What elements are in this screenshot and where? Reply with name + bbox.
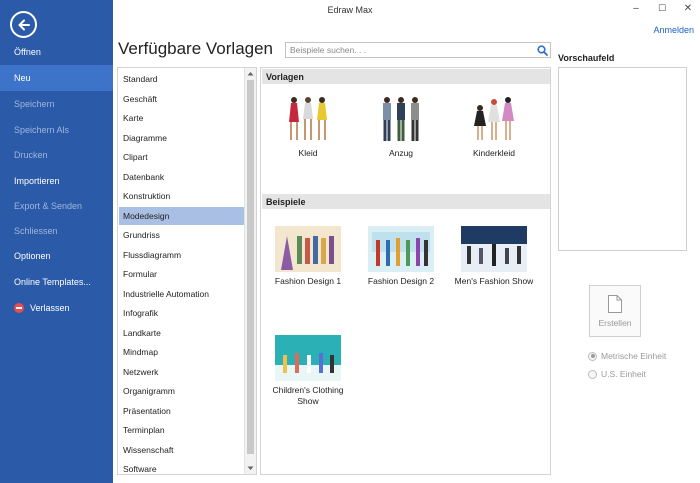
search-icon[interactable] [534, 43, 550, 57]
template-tile-dress[interactable]: Kleid [268, 94, 348, 159]
template-label: Kleid [298, 148, 318, 158]
category-item[interactable]: Datenbank [119, 168, 244, 186]
fashion-design-2-thumbnail [368, 226, 434, 272]
radio-checked-icon [588, 351, 597, 361]
radio-unchecked-icon [588, 369, 597, 379]
sidebar-item-open[interactable]: Öffnen [0, 39, 113, 65]
unit-option-us[interactable]: U.S. Einheit [588, 369, 646, 379]
kids-dress-figures-thumbnail [474, 97, 514, 140]
sidebar-item-quit[interactable]: Verlassen [0, 295, 113, 321]
unit-option-label: Metrische Einheit [601, 351, 667, 361]
quit-icon [14, 303, 24, 313]
template-label: Anzug [388, 148, 414, 158]
template-gallery: Vorlagen Kleid Anzug Kinderkleid Beispie… [260, 67, 551, 475]
sidebar-item-label: Verlassen [30, 303, 70, 313]
mens-fashion-show-thumbnail [461, 226, 527, 272]
example-label: Children's Clothing Show [272, 385, 344, 406]
category-item[interactable]: Clipart [119, 148, 244, 166]
category-item[interactable]: Wissenschaft [119, 441, 244, 459]
category-item[interactable]: Standard [119, 70, 244, 88]
app-window: Öffnen Neu Speichern Speichern Als Druck… [0, 0, 700, 483]
unit-option-label: U.S. Einheit [601, 369, 646, 379]
app-title: Edraw Max [327, 5, 373, 15]
example-tile-mens-fashion-show[interactable]: Men's Fashion Show [454, 226, 534, 287]
new-document-icon [608, 295, 622, 313]
preview-label: Vorschaufeld [558, 53, 615, 63]
template-label: Kinderkleid [472, 148, 516, 158]
template-tile-kids-dress[interactable]: Kinderkleid [454, 94, 534, 159]
sidebar-item-label: Schliessen [14, 226, 58, 236]
category-item[interactable]: Organigramm [119, 382, 244, 400]
category-item[interactable]: Geschäft [119, 90, 244, 108]
sidebar-item-label: Export & Senden [14, 201, 83, 211]
arrow-left-icon [18, 19, 30, 30]
search-box [285, 42, 551, 58]
sidebar-item-label: Neu [14, 73, 31, 83]
sidebar-item-import[interactable]: Importieren [0, 168, 113, 194]
category-item[interactable]: Diagramme [119, 129, 244, 147]
sidebar-item-options[interactable]: Optionen [0, 243, 113, 269]
create-label: Erstellen [598, 318, 632, 328]
preview-box [558, 67, 687, 251]
category-item-selected[interactable]: Modedesign [119, 206, 244, 225]
unit-option-metric[interactable]: Metrische Einheit [588, 351, 666, 361]
category-list: Standard Geschäft Karte Diagramme Clipar… [117, 67, 257, 475]
sidebar-item-print[interactable]: Drucken [0, 142, 113, 168]
minimize-button[interactable]: – [629, 2, 643, 14]
sidebar-item-label: Online Templates... [14, 277, 91, 287]
scroll-up-arrow-icon[interactable] [245, 68, 256, 79]
category-item[interactable]: Landkarte [119, 324, 244, 342]
category-item[interactable]: Formular [119, 265, 244, 283]
example-tile-fashion-design-1[interactable]: Fashion Design 1 [268, 226, 348, 287]
sidebar-item-export-send[interactable]: Export & Senden [0, 193, 113, 219]
close-button[interactable]: ✕ [681, 2, 695, 14]
sidebar-item-label: Speichern Als [14, 125, 70, 135]
template-tile-suit[interactable]: Anzug [361, 94, 441, 159]
dress-figures-thumbnail [289, 97, 327, 140]
sidebar-item-save[interactable]: Speichern [0, 91, 113, 117]
category-item[interactable]: Terminplan [119, 421, 244, 439]
back-button[interactable] [10, 11, 37, 38]
sidebar-item-online-templates[interactable]: Online Templates... [0, 269, 113, 295]
scroll-down-arrow-icon[interactable] [245, 463, 256, 474]
sidebar-item-new[interactable]: Neu [0, 65, 113, 91]
maximize-button[interactable]: ☐ [655, 2, 669, 14]
example-tile-fashion-design-2[interactable]: Fashion Design 2 [361, 226, 441, 287]
signin-link[interactable]: Anmelden [653, 25, 694, 35]
suit-figures-thumbnail [383, 97, 419, 141]
search-input[interactable] [286, 43, 534, 57]
category-item[interactable]: Präsentation [119, 402, 244, 420]
example-label: Fashion Design 1 [274, 276, 342, 286]
backstage-sidebar: Öffnen Neu Speichern Speichern Als Druck… [0, 0, 113, 483]
category-item[interactable]: Mindmap [119, 343, 244, 361]
sidebar-item-label: Speichern [14, 99, 55, 109]
example-label: Fashion Design 2 [367, 276, 435, 286]
scroll-thumb[interactable] [247, 80, 254, 454]
sidebar-item-label: Importieren [14, 176, 60, 186]
sidebar-item-save-as[interactable]: Speichern Als [0, 117, 113, 143]
sidebar-item-label: Optionen [14, 251, 51, 261]
category-item[interactable]: Industrielle Automation [119, 285, 244, 303]
category-item[interactable]: Karte [119, 109, 244, 127]
example-label: Men's Fashion Show [454, 276, 534, 286]
category-item[interactable]: Software [119, 460, 244, 474]
category-item[interactable]: Flussdiagramm [119, 246, 244, 264]
category-item[interactable]: Netzwerk [119, 363, 244, 381]
sidebar-item-label: Öffnen [14, 47, 41, 57]
page-title: Verfügbare Vorlagen [118, 39, 274, 58]
category-item[interactable]: Grundriss [119, 226, 244, 244]
category-item[interactable]: Konstruktion [119, 187, 244, 205]
create-button[interactable]: Erstellen [589, 285, 641, 337]
example-tile-childrens-clothing-show[interactable]: Children's Clothing Show [268, 335, 348, 407]
section-header-templates: Vorlagen [262, 69, 550, 84]
childrens-clothing-show-thumbnail [275, 335, 341, 381]
sidebar-item-label: Drucken [14, 150, 48, 160]
category-item[interactable]: Infografik [119, 304, 244, 322]
section-header-examples: Beispiele [262, 194, 550, 209]
category-scrollbar[interactable] [244, 68, 256, 474]
fashion-design-1-thumbnail [275, 226, 341, 272]
sidebar-item-close[interactable]: Schliessen [0, 218, 113, 244]
